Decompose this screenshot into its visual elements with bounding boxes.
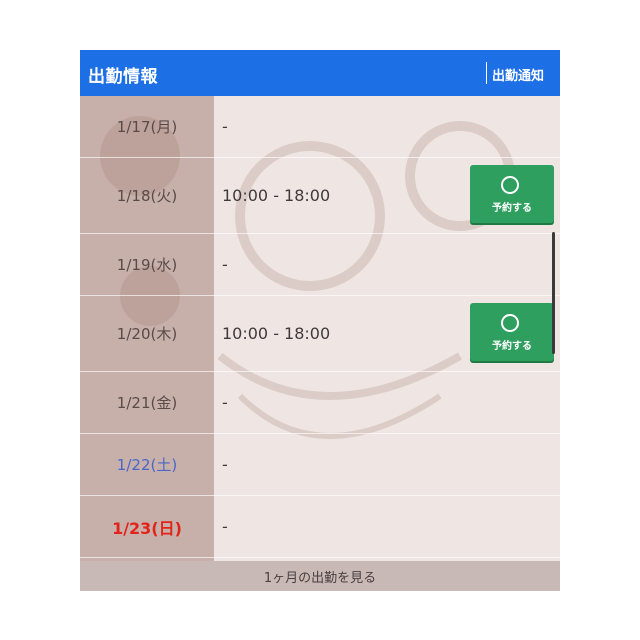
schedule-time: -	[222, 393, 228, 412]
schedule-row: 1/23(日) -	[80, 496, 560, 558]
schedule-row: 1/17(月) -	[80, 96, 560, 158]
schedule-date: 1/23(日)	[112, 518, 182, 538]
schedule-row: 1/18(火) 10:00 - 18:00 予約する	[80, 158, 560, 234]
schedule-time: 10:00 - 18:00	[222, 186, 331, 205]
attendance-notify-button[interactable]: 出勤通知	[492, 65, 544, 84]
schedule-date: 1/22(土)	[116, 456, 178, 474]
schedule-date: 1/20(木)	[116, 325, 178, 343]
schedule-time: -	[222, 455, 228, 474]
schedule-date: 1/17(月)	[116, 118, 178, 136]
schedule-date: 1/21(金)	[116, 394, 178, 412]
attendance-panel: 出勤情報 出勤通知 1/17(月) - 1/18(火) 10:00 - 18:00 予約…	[80, 50, 560, 591]
reserve-button[interactable]: 予約する	[470, 165, 554, 223]
scrollbar-thumb[interactable]	[552, 232, 555, 354]
schedule-list: 1/17(月) - 1/18(火) 10:00 - 18:00 予約する 1/19(水) -…	[80, 96, 560, 558]
schedule-time: 10:00 - 18:00	[222, 324, 331, 343]
schedule-time: -	[222, 117, 228, 136]
schedule-date: 1/18(火)	[116, 187, 178, 205]
header-divider	[486, 62, 487, 84]
schedule-row: 1/19(水) -	[80, 234, 560, 296]
reserve-button-label: 予約する	[492, 203, 532, 214]
circle-icon	[501, 314, 519, 332]
page-title: 出勤情報	[88, 67, 158, 87]
view-month-link[interactable]: 1ヶ月の出勤を見る	[80, 561, 560, 591]
header-bar: 出勤情報 出勤通知	[80, 50, 560, 96]
schedule-time: -	[222, 255, 228, 274]
schedule-row: 1/22(土) -	[80, 434, 560, 496]
schedule-row: 1/21(金) -	[80, 372, 560, 434]
reserve-button-label: 予約する	[492, 341, 532, 352]
schedule-row: 1/20(木) 10:00 - 18:00 予約する	[80, 296, 560, 372]
schedule-date: 1/19(水)	[116, 256, 178, 274]
schedule-time: -	[222, 517, 228, 536]
circle-icon	[501, 176, 519, 194]
reserve-button[interactable]: 予約する	[470, 303, 554, 361]
